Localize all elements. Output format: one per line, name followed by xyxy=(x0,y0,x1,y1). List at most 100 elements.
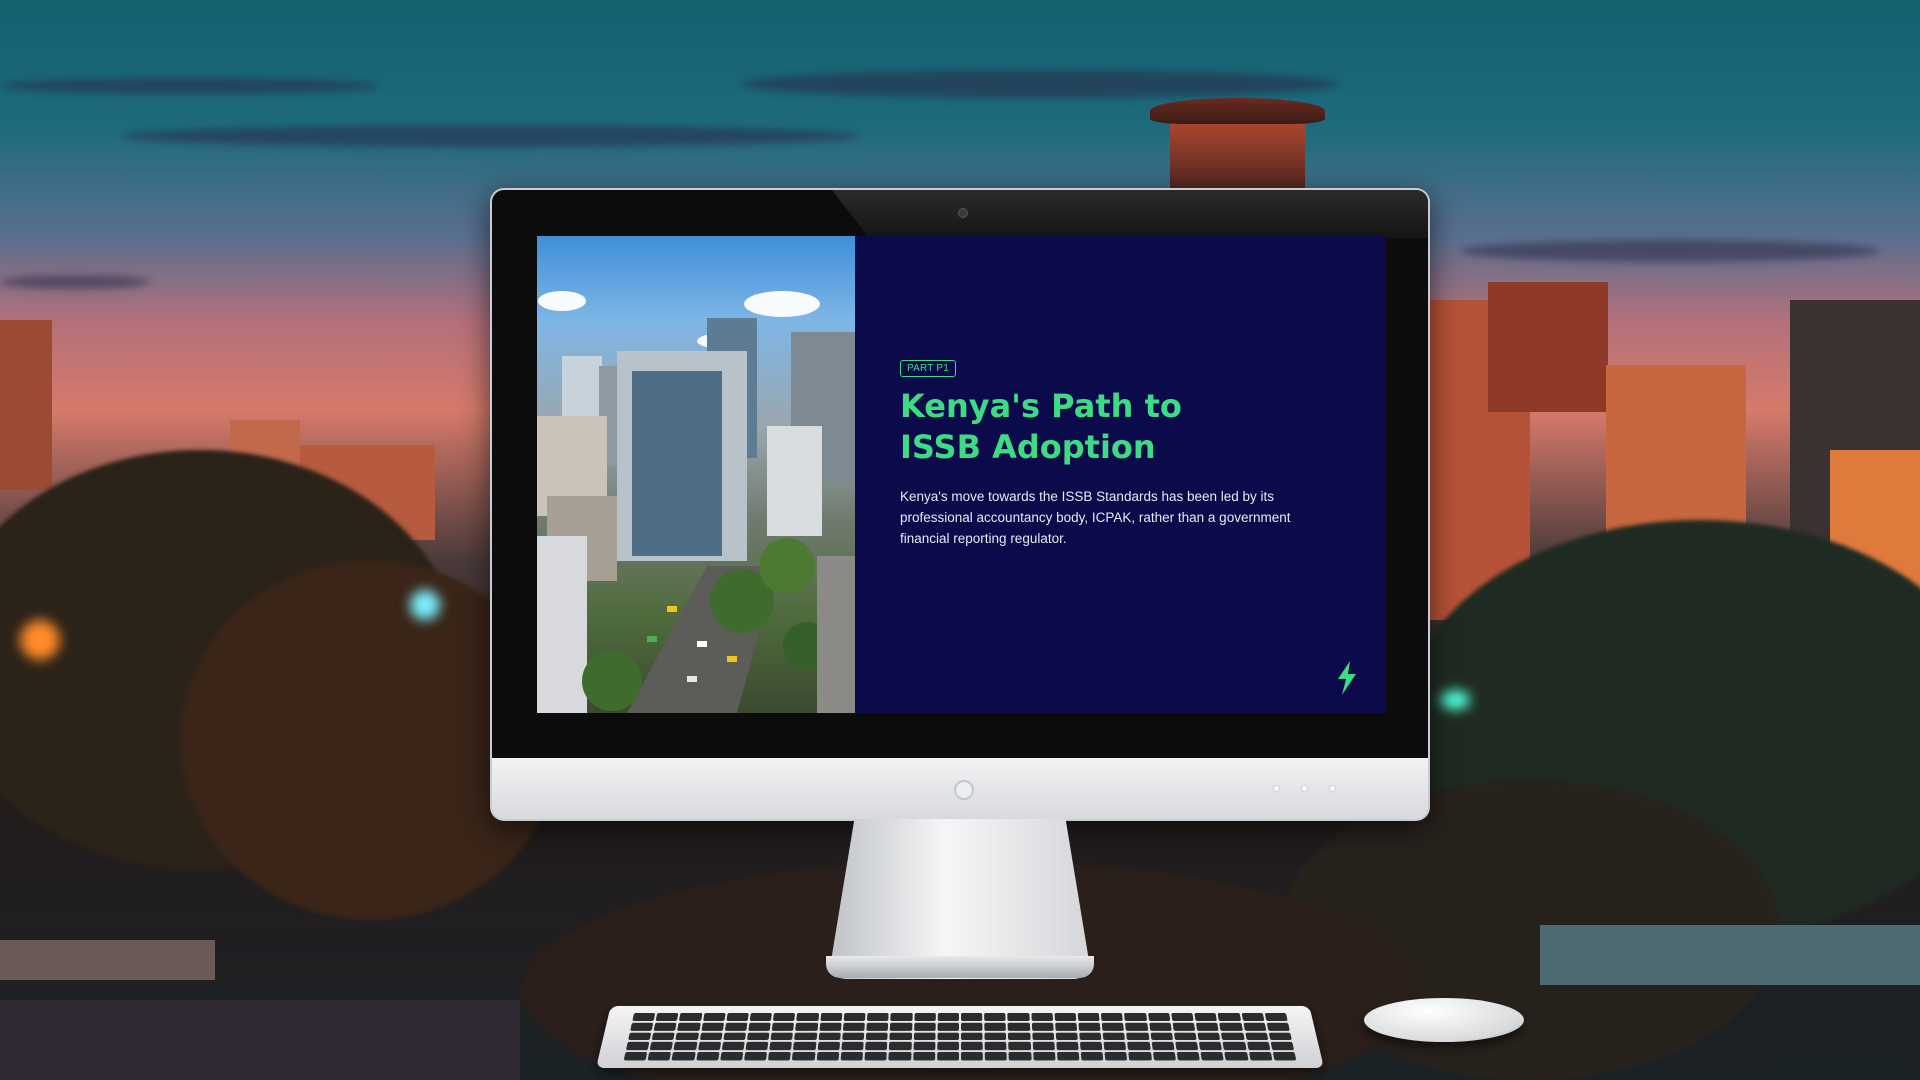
keyboard-key[interactable] xyxy=(1104,1052,1128,1061)
keyboard-key[interactable] xyxy=(1194,1012,1218,1021)
keyboard-key[interactable] xyxy=(1175,1042,1199,1051)
mouse[interactable] xyxy=(1364,998,1524,1042)
keyboard-key[interactable] xyxy=(745,1042,769,1051)
keyboard-key[interactable] xyxy=(1055,1032,1078,1041)
keyboard-key[interactable] xyxy=(864,1052,888,1061)
keyboard-key[interactable] xyxy=(1080,1052,1104,1061)
keyboard-key[interactable] xyxy=(771,1022,795,1031)
keyboard-key[interactable] xyxy=(1268,1032,1292,1041)
keyboard-key[interactable] xyxy=(792,1052,816,1061)
keyboard-key[interactable] xyxy=(890,1022,913,1031)
keyboard-key[interactable] xyxy=(1032,1052,1056,1061)
keyboard-key[interactable] xyxy=(840,1052,864,1061)
keyboard-key[interactable] xyxy=(1031,1012,1053,1021)
keyboard-key[interactable] xyxy=(749,1012,773,1021)
keyboard-key[interactable] xyxy=(695,1052,720,1061)
keyboard-key[interactable] xyxy=(913,1022,936,1031)
keyboard-key[interactable] xyxy=(960,1052,984,1061)
keyboard-key[interactable] xyxy=(1176,1052,1200,1061)
keyboard-key[interactable] xyxy=(937,1032,960,1041)
keyboard-key[interactable] xyxy=(865,1032,889,1041)
keyboard-key[interactable] xyxy=(984,1052,1008,1061)
keyboard-key[interactable] xyxy=(1217,1012,1241,1021)
keyboard-key[interactable] xyxy=(701,1022,725,1031)
keyboard-key[interactable] xyxy=(889,1042,912,1051)
keyboard-key[interactable] xyxy=(913,1032,936,1041)
keyboard-key[interactable] xyxy=(1270,1042,1295,1051)
keyboard-key[interactable] xyxy=(647,1052,672,1061)
keyboard-key[interactable] xyxy=(1224,1052,1249,1061)
keyboard-key[interactable] xyxy=(984,1042,1007,1051)
keyboard-key[interactable] xyxy=(653,1022,678,1031)
power-button[interactable] xyxy=(954,780,974,800)
keyboard-key[interactable] xyxy=(1078,1022,1101,1031)
keyboard-key[interactable] xyxy=(841,1042,864,1051)
keyboard-key[interactable] xyxy=(794,1032,818,1041)
keyboard-key[interactable] xyxy=(655,1012,679,1021)
keyboard-key[interactable] xyxy=(723,1032,747,1041)
keyboard-key[interactable] xyxy=(773,1012,796,1021)
keyboard-key[interactable] xyxy=(843,1012,866,1021)
keyboard-key[interactable] xyxy=(1246,1042,1271,1051)
keyboard-key[interactable] xyxy=(914,1012,936,1021)
keyboard-key[interactable] xyxy=(1244,1032,1269,1041)
keyboard-key[interactable] xyxy=(632,1012,656,1021)
keyboard-key[interactable] xyxy=(1200,1052,1225,1061)
keyboard-key[interactable] xyxy=(890,1012,913,1021)
keyboard-key[interactable] xyxy=(795,1022,819,1031)
keyboard-key[interactable] xyxy=(818,1032,841,1041)
keyboard-key[interactable] xyxy=(1128,1052,1152,1061)
keyboard-key[interactable] xyxy=(770,1032,794,1041)
keyboard-key[interactable] xyxy=(1266,1022,1290,1031)
keyboard-key[interactable] xyxy=(1056,1052,1080,1061)
keyboard-key[interactable] xyxy=(1219,1022,1243,1031)
keyboard-key[interactable] xyxy=(937,1012,960,1021)
keyboard-key[interactable] xyxy=(1079,1032,1102,1041)
keyboard-key[interactable] xyxy=(1054,1012,1077,1021)
keyboard-key[interactable] xyxy=(649,1042,674,1051)
keyboard-key[interactable] xyxy=(1101,1012,1124,1021)
keyboard-key[interactable] xyxy=(744,1052,768,1061)
keyboard-key[interactable] xyxy=(1195,1022,1219,1031)
keyboard-key[interactable] xyxy=(769,1042,793,1051)
keyboard-key[interactable] xyxy=(1272,1052,1297,1061)
keyboard-key[interactable] xyxy=(1031,1022,1054,1031)
keyboard-key[interactable] xyxy=(937,1022,960,1031)
keyboard-key[interactable] xyxy=(1007,1022,1030,1031)
keyboard-key[interactable] xyxy=(702,1012,726,1021)
keyboard-key[interactable] xyxy=(1150,1032,1174,1041)
keyboard-key[interactable] xyxy=(1102,1032,1126,1041)
keyboard-key[interactable] xyxy=(1101,1022,1125,1031)
keyboard-key[interactable] xyxy=(960,1012,983,1021)
keyboard-key[interactable] xyxy=(628,1032,652,1041)
keyboard-key[interactable] xyxy=(1171,1012,1194,1021)
keyboard-key[interactable] xyxy=(796,1012,819,1021)
keyboard-key[interactable] xyxy=(720,1052,744,1061)
keyboard-key[interactable] xyxy=(1054,1022,1078,1031)
keyboard-key[interactable] xyxy=(1032,1042,1055,1051)
keyboard-key[interactable] xyxy=(1008,1052,1032,1061)
keyboard-key[interactable] xyxy=(675,1032,699,1041)
keyboard-key[interactable] xyxy=(724,1022,748,1031)
keyboard-key[interactable] xyxy=(1222,1042,1247,1051)
keyboard-key[interactable] xyxy=(936,1052,959,1061)
keyboard-key[interactable] xyxy=(1248,1052,1273,1061)
keyboard-key[interactable] xyxy=(912,1052,936,1061)
keyboard-key[interactable] xyxy=(1080,1042,1103,1051)
keyboard-key[interactable] xyxy=(960,1042,983,1051)
keyboard-key[interactable] xyxy=(746,1032,770,1041)
keyboard-key[interactable] xyxy=(1008,1032,1031,1041)
keyboard-key[interactable] xyxy=(960,1032,983,1041)
keyboard-key[interactable] xyxy=(889,1032,912,1041)
keyboard-key[interactable] xyxy=(1007,1012,1030,1021)
keyboard-key[interactable] xyxy=(793,1042,817,1051)
keyboard-key[interactable] xyxy=(1127,1042,1151,1051)
keyboard-key[interactable] xyxy=(677,1022,701,1031)
keyboard-key[interactable] xyxy=(1173,1032,1197,1041)
keyboard-key[interactable] xyxy=(1056,1042,1079,1051)
keyboard-key[interactable] xyxy=(960,1022,983,1031)
keyboard-key[interactable] xyxy=(1147,1012,1171,1021)
keyboard-key[interactable] xyxy=(651,1032,676,1041)
keyboard-key[interactable] xyxy=(937,1042,960,1051)
keyboard-key[interactable] xyxy=(1031,1032,1055,1041)
